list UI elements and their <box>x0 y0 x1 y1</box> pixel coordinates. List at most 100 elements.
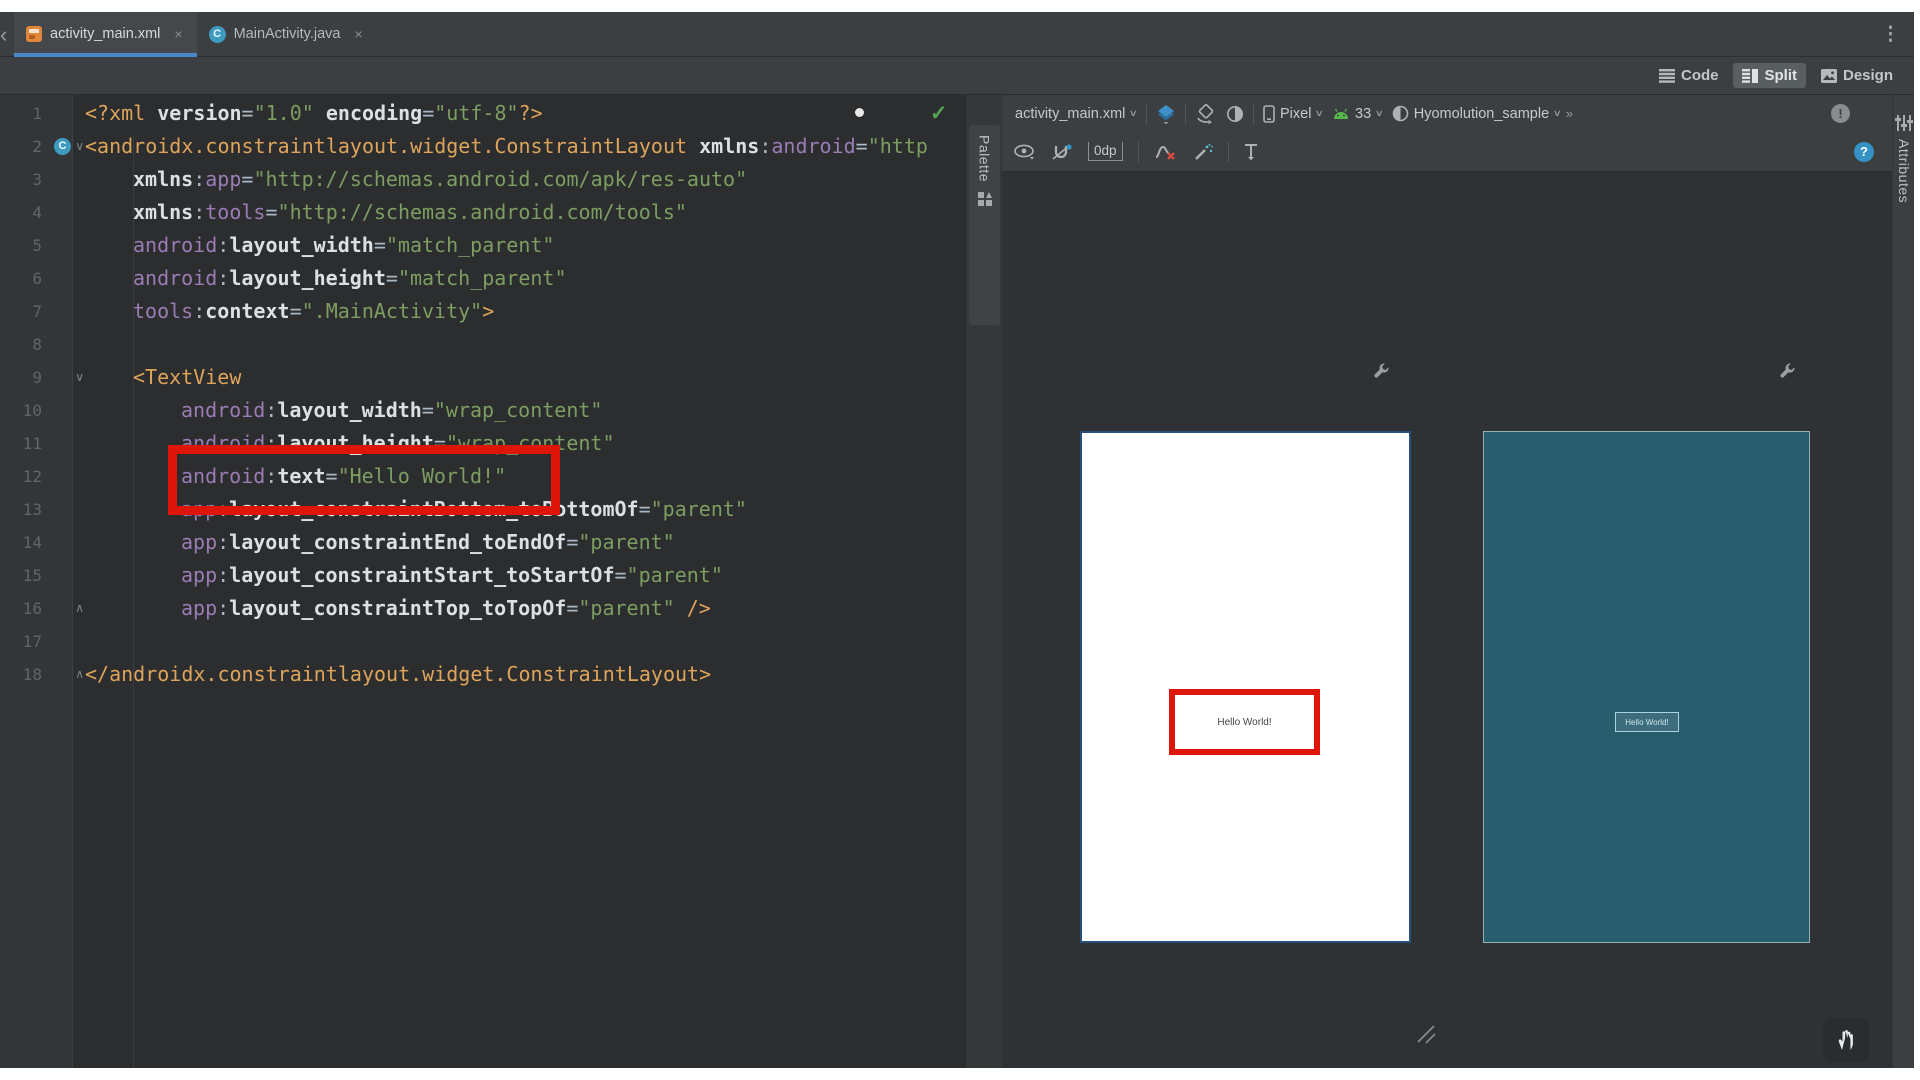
code-mode-button[interactable]: Code <box>1650 63 1728 88</box>
render-config-wrench-icon[interactable] <box>1372 362 1392 382</box>
issue-panel-icon[interactable]: ! <box>1831 104 1850 123</box>
class-gutter-icon[interactable]: C <box>54 138 71 155</box>
code-text: <androidx.constraintlayout.widget.Constr… <box>85 130 928 163</box>
api-level-label: 33 <box>1355 106 1371 122</box>
code-line[interactable]: 10android:layout_width="wrap_content" <box>0 394 965 427</box>
design-surface-preview[interactable] <box>1080 431 1411 943</box>
code-text: android:layout_width="match_parent" <box>85 229 554 262</box>
gutter-cell <box>52 295 85 328</box>
gutter-cell <box>52 559 85 592</box>
night-mode-button[interactable] <box>1226 105 1244 123</box>
design-pane: activity_main.xml ∨ Pixel ∨ <box>1002 95 1892 1068</box>
tab-mainactivity-java[interactable]: C MainActivity.java × <box>197 12 377 56</box>
line-number: 10 <box>0 394 52 427</box>
editor-tab-bar: ‹ activity_main.xml × C MainActivity.jav… <box>0 12 1914 57</box>
blueprint-surface-preview[interactable] <box>1483 431 1810 943</box>
code-line[interactable]: 9∨<TextView <box>0 361 965 394</box>
chevron-down-icon: ∨ <box>1375 108 1384 119</box>
theme-dropdown[interactable]: Hyomolution_sample ∨ » <box>1392 105 1573 122</box>
code-line[interactable]: 6android:layout_height="match_parent" <box>0 262 965 295</box>
toolbar-overflow-icon[interactable]: » <box>1566 106 1573 121</box>
fold-marker[interactable]: ∨ <box>75 361 84 394</box>
close-tab-icon[interactable]: × <box>354 26 362 42</box>
design-toolbar: activity_main.xml ∨ Pixel ∨ <box>1002 95 1892 132</box>
editor-mode-bar: Code Split Design <box>0 57 1914 95</box>
palette-tab-label: Palette <box>977 135 993 182</box>
canvas-resize-handle[interactable] <box>1414 1022 1436 1044</box>
ide-frame: ‹ activity_main.xml × C MainActivity.jav… <box>0 12 1914 1068</box>
kebab-menu-icon[interactable]: ⋮ <box>1881 12 1914 56</box>
fold-marker[interactable]: ∧ <box>75 658 84 691</box>
code-line[interactable]: 14 app:layout_constraintEnd_toEndOf="pare… <box>0 526 965 559</box>
inspection-ok-icon[interactable]: ✓ <box>930 101 948 126</box>
code-line[interactable]: 2C∨<androidx.constraintlayout.widget.Con… <box>0 130 965 163</box>
view-options-button[interactable] <box>1014 144 1036 160</box>
magic-wand-icon <box>1193 143 1213 161</box>
theme-icon <box>1392 105 1409 122</box>
constraint-toolbar: 0dp ? <box>1002 132 1892 172</box>
code-lines: 1<?xml version="1.0" encoding="utf-8"?>2… <box>0 97 965 691</box>
clear-constraints-button[interactable] <box>1154 143 1178 161</box>
attributes-tab-label: Attributes <box>1896 139 1912 203</box>
help-button[interactable]: ? <box>1854 142 1874 162</box>
code-line[interactable]: 18∧</androidx.constraintlayout.widget.Co… <box>0 658 965 691</box>
gutter-cell <box>52 526 85 559</box>
code-line[interactable]: 3xmlns:app="http://schemas.android.com/a… <box>0 163 965 196</box>
blueprint-textview[interactable]: Hello World! <box>1615 712 1679 732</box>
orientation-button[interactable] <box>1195 104 1217 124</box>
design-mode-button[interactable]: Design <box>1812 63 1902 88</box>
code-text: app:layout_constraintEnd_toEndOf="parent… <box>85 526 675 559</box>
eye-icon <box>1014 144 1036 160</box>
code-text: <?xml version="1.0" encoding="utf-8"?> <box>85 97 543 130</box>
palette-icon <box>978 192 992 206</box>
device-dropdown[interactable]: Pixel ∨ <box>1263 105 1323 123</box>
gutter-cell <box>52 163 85 196</box>
gutter-cell: C∨ <box>52 130 85 163</box>
gutter-cell: ∨ <box>52 361 85 394</box>
magnet-off-icon <box>1051 143 1073 161</box>
surface-layers-button[interactable] <box>1156 104 1176 124</box>
code-line[interactable]: 16∧app:layout_constraintTop_toTopOf="par… <box>0 592 965 625</box>
preview-annotation-red-box: Hello World! <box>1169 689 1320 755</box>
api-level-dropdown[interactable]: 33 ∨ <box>1332 106 1383 122</box>
tab-label: MainActivity.java <box>234 26 341 42</box>
ibeam-icon <box>1244 143 1258 161</box>
toolbar-divider <box>1146 104 1147 124</box>
xml-code-editor[interactable]: 1<?xml version="1.0" encoding="utf-8"?>2… <box>0 95 965 1068</box>
code-line[interactable]: 15app:layout_constraintStart_toStartOf="… <box>0 559 965 592</box>
split-mode-button[interactable]: Split <box>1733 63 1806 88</box>
line-number: 8 <box>0 328 52 361</box>
code-line[interactable]: 1<?xml version="1.0" encoding="utf-8"?> <box>0 97 965 130</box>
code-line[interactable]: 17 <box>0 625 965 658</box>
fold-marker[interactable]: ∨ <box>75 130 84 163</box>
default-margin-control[interactable]: 0dp <box>1088 142 1123 161</box>
infer-constraints-button[interactable] <box>1193 143 1213 161</box>
android-studio-window: ‹ activity_main.xml × C MainActivity.jav… <box>0 0 1920 1080</box>
code-text: <TextView <box>85 361 241 394</box>
line-number: 6 <box>0 262 52 295</box>
design-hello-world-text[interactable]: Hello World! <box>1217 717 1271 728</box>
line-number: 18 <box>0 658 52 691</box>
attributes-tool-tab[interactable]: Attributes <box>1893 115 1915 203</box>
design-canvas[interactable]: Hello World! Hello World! <box>1002 172 1892 1068</box>
code-line[interactable]: 7tools:context=".MainActivity"> <box>0 295 965 328</box>
render-config-wrench-icon[interactable] <box>1778 362 1798 382</box>
palette-tool-tab[interactable]: Palette <box>969 125 1000 325</box>
pan-tool-button[interactable] <box>1823 1018 1869 1062</box>
pack-align-button[interactable] <box>1244 143 1258 161</box>
editor-marker-dot <box>855 108 864 117</box>
close-tab-icon[interactable]: × <box>174 26 182 42</box>
code-line[interactable]: 8 <box>0 328 965 361</box>
line-number: 7 <box>0 295 52 328</box>
file-dropdown[interactable]: activity_main.xml ∨ <box>1015 106 1137 122</box>
file-dropdown-label: activity_main.xml <box>1015 106 1125 122</box>
tab-activity-main-xml[interactable]: activity_main.xml × <box>14 12 197 56</box>
phone-icon <box>1263 105 1275 123</box>
autoconnect-off-button[interactable] <box>1051 143 1073 161</box>
left-tool-strip: Palette <box>965 95 1002 1068</box>
line-number: 14 <box>0 526 52 559</box>
code-line[interactable]: 5android:layout_width="match_parent" <box>0 229 965 262</box>
code-line[interactable]: 4xmlns:tools="http://schemas.android.com… <box>0 196 965 229</box>
fold-marker[interactable]: ∧ <box>75 592 84 625</box>
gutter-cell <box>52 328 85 361</box>
